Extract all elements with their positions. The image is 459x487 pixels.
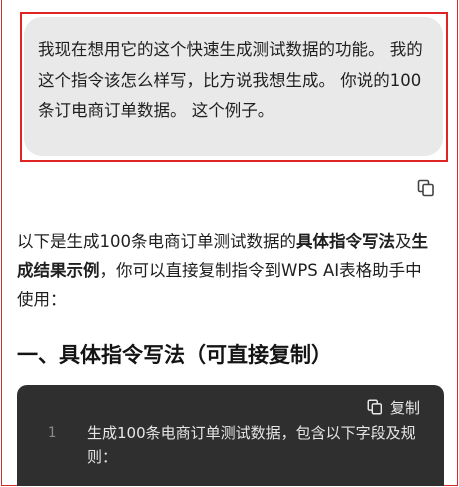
code-block: 复制 1 生成100条电商订单测试数据，包含以下字段及规则： xyxy=(17,385,444,486)
copy-code-button[interactable]: 复制 xyxy=(366,397,420,417)
intro-bold-instruction: 具体指令写法 xyxy=(296,232,395,251)
line-number: 1 xyxy=(47,425,57,441)
code-line-text: 生成100条电商订单测试数据，包含以下字段及规则： xyxy=(87,424,416,466)
user-message-bubble: 我现在想用它的这个快速生成测试数据的功能。 我的这个指令该怎么样写，比方说我想生… xyxy=(24,17,443,156)
section-heading: 一、具体指令写法（可直接复制） xyxy=(17,343,332,367)
intro-text: 以下是生成100条电商订单测试数据的 xyxy=(17,232,296,251)
intro-text: 及 xyxy=(395,232,412,251)
copy-icon xyxy=(367,399,383,415)
assistant-intro-paragraph: 以下是生成100条电商订单测试数据的具体指令写法及生成结果示例，你可以直接复制指… xyxy=(17,227,437,314)
copy-code-label: 复制 xyxy=(389,398,420,417)
copy-message-button[interactable] xyxy=(416,178,436,198)
user-message-text: 我现在想用它的这个快速生成测试数据的功能。 我的这个指令该怎么样写，比方说我想生… xyxy=(38,40,423,120)
code-line: 1 生成100条电商订单测试数据，包含以下字段及规则： xyxy=(17,421,444,469)
copy-icon xyxy=(417,179,434,197)
